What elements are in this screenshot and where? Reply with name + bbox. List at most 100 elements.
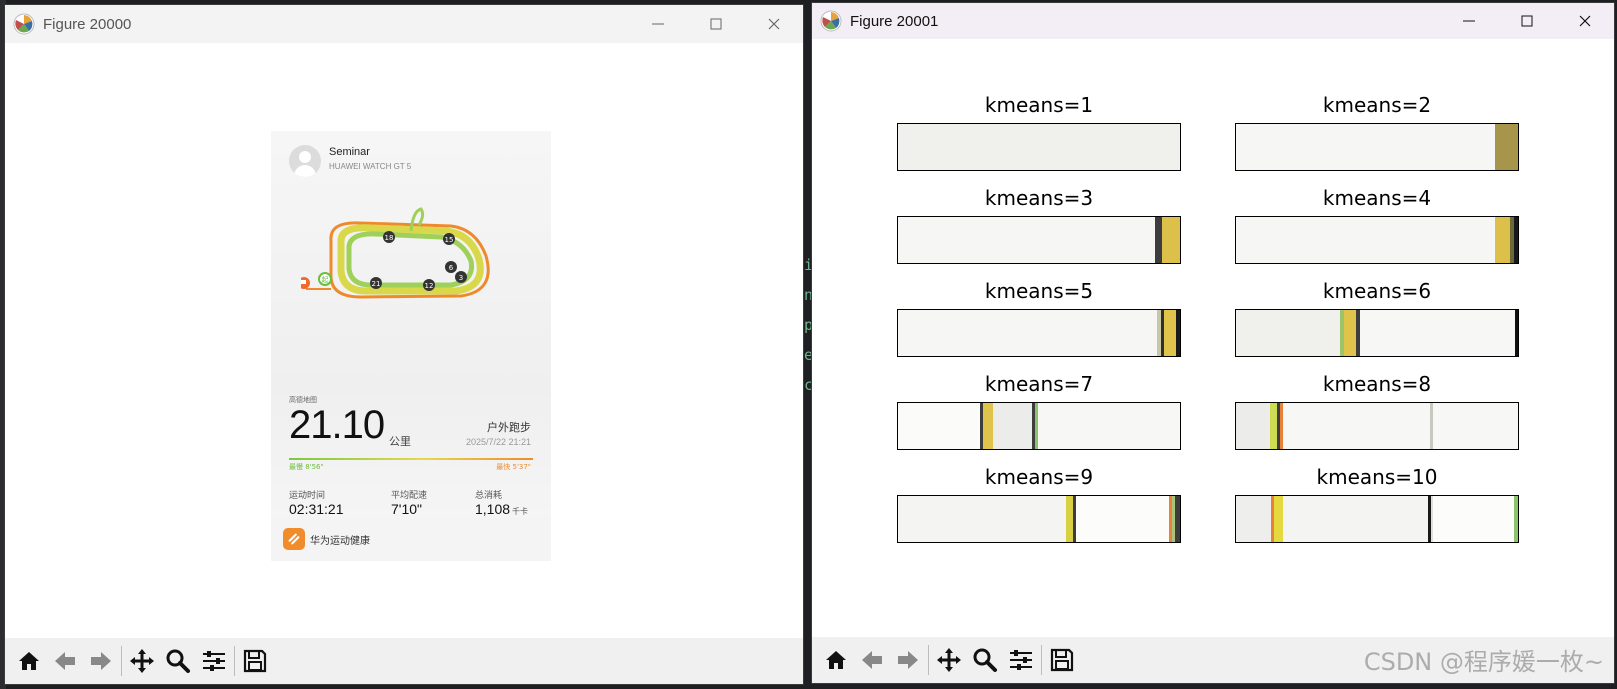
window-title: Figure 20001 — [850, 12, 939, 30]
color-segment — [898, 403, 980, 449]
color-segment — [1343, 310, 1357, 356]
configure-subplots-button[interactable] — [196, 643, 232, 679]
close-icon — [768, 18, 780, 30]
color-segment — [1283, 403, 1430, 449]
figure-window-2[interactable]: Figure 20001 kmeans=1 kmeans=2 kmeans=3 kme… — [811, 2, 1615, 684]
route-map: 18 15 6 3 21 12 起 — [301, 207, 490, 299]
svg-text:21: 21 — [372, 280, 381, 288]
fastest-pace: 最快 5'37" — [496, 463, 531, 471]
color-segment — [1269, 403, 1277, 449]
kmeans-color-bar — [1235, 309, 1519, 357]
forward-arrow-icon — [91, 652, 111, 670]
svg-text:3: 3 — [459, 274, 463, 282]
color-segment — [898, 124, 1180, 170]
minimize-button[interactable] — [629, 5, 687, 43]
pan-icon — [937, 648, 961, 672]
maximize-button[interactable] — [1498, 3, 1556, 40]
forward-button[interactable] — [83, 643, 119, 679]
close-button[interactable] — [745, 5, 803, 43]
stat-label: 平均配速 — [391, 491, 428, 501]
maximize-button[interactable] — [687, 5, 745, 43]
close-button[interactable] — [1556, 3, 1614, 40]
color-segment — [898, 217, 1155, 263]
kmeans-color-bar — [897, 309, 1181, 357]
kmeans-color-bar — [1235, 495, 1519, 543]
save-icon — [243, 649, 267, 673]
figure-canvas[interactable]: Seminar HUAWEI WATCH GT 5 18 15 6 3 21 1… — [5, 43, 803, 638]
save-button[interactable] — [1044, 642, 1080, 678]
pan-button[interactable] — [124, 643, 160, 679]
close-icon — [1579, 15, 1591, 27]
home-button[interactable] — [11, 643, 47, 679]
back-button[interactable] — [854, 642, 890, 678]
kmeans-color-bar — [897, 216, 1181, 264]
color-segment — [1236, 310, 1341, 356]
minimize-button[interactable] — [1440, 3, 1498, 40]
forward-button[interactable] — [890, 642, 926, 678]
color-segment — [1236, 496, 1272, 542]
kmeans-color-bar — [897, 402, 1181, 450]
figure-window-1[interactable]: Figure 20000 Seminar HUAWEI WATCH GT 5 1… — [4, 4, 804, 685]
home-icon — [826, 651, 846, 669]
kmeans-color-bar — [1235, 216, 1519, 264]
save-button[interactable] — [237, 643, 273, 679]
title-bar[interactable]: Figure 20001 — [812, 3, 1614, 39]
stat-value: 1,108 千卡 — [475, 501, 529, 517]
forward-arrow-icon — [898, 651, 918, 669]
huawei-health-logo-icon — [283, 528, 305, 550]
color-segment — [983, 403, 993, 449]
color-segment — [1274, 496, 1283, 542]
zoom-button[interactable] — [160, 643, 196, 679]
svg-text:6: 6 — [449, 264, 454, 272]
map-marker: 15 — [443, 233, 455, 245]
back-button[interactable] — [47, 643, 83, 679]
pace-gradient-bar — [289, 458, 533, 460]
kmeans-color-bar — [1235, 402, 1519, 450]
distance-value: 21.10 — [289, 403, 385, 447]
title-bar[interactable]: Figure 20000 — [5, 5, 803, 43]
zoom-button[interactable] — [967, 642, 1003, 678]
kmeans-panel-title: kmeans=5 — [984, 279, 1094, 303]
color-segment — [1175, 496, 1180, 542]
color-segment — [1236, 217, 1496, 263]
zoom-icon — [166, 649, 190, 673]
save-icon — [1050, 648, 1074, 672]
pan-button[interactable] — [931, 642, 967, 678]
color-segment — [1433, 403, 1518, 449]
minimize-icon — [652, 23, 664, 25]
user-name: Seminar — [329, 146, 370, 158]
color-segment — [1236, 403, 1270, 449]
color-segment — [1495, 217, 1510, 263]
kmeans-panel-title: kmeans=6 — [1322, 279, 1432, 303]
watermark: CSDN @程序媛一枚~ — [1363, 648, 1604, 676]
color-segment — [1065, 496, 1073, 542]
slowest-pace: 最慢 8'56" — [289, 463, 324, 471]
kmeans-panel-title: kmeans=3 — [984, 186, 1094, 210]
home-icon — [19, 652, 39, 670]
zoom-icon — [973, 648, 997, 672]
running-record-image: Seminar HUAWEI WATCH GT 5 18 15 6 3 21 1… — [271, 131, 551, 561]
kmeans-panel-title: kmeans=9 — [984, 465, 1094, 489]
kmeans-panel-title: kmeans=1 — [984, 93, 1094, 117]
color-segment — [898, 310, 1158, 356]
color-segment — [1164, 310, 1177, 356]
color-segment — [1282, 496, 1428, 542]
svg-text:起: 起 — [322, 276, 329, 284]
color-segment — [1513, 496, 1518, 542]
color-segment — [1495, 124, 1518, 170]
app-footer: 华为运动健康 — [271, 517, 551, 561]
navigation-toolbar — [5, 638, 803, 684]
stat-value: 02:31:21 — [289, 501, 344, 517]
color-segment — [898, 496, 1066, 542]
back-arrow-icon — [55, 652, 75, 670]
color-segment — [1161, 217, 1180, 263]
maximize-icon — [710, 18, 722, 30]
configure-subplots-icon — [1010, 650, 1032, 670]
stat-value: 7'10" — [391, 501, 423, 517]
map-marker: 18 — [383, 231, 395, 243]
color-segment — [1076, 496, 1170, 542]
figure-canvas[interactable]: kmeans=1 kmeans=2 kmeans=3 kmeans=4 kmeans=5… — [812, 39, 1614, 637]
kmeans-color-bar — [1235, 123, 1519, 171]
configure-subplots-button[interactable] — [1003, 642, 1039, 678]
home-button[interactable] — [818, 642, 854, 678]
